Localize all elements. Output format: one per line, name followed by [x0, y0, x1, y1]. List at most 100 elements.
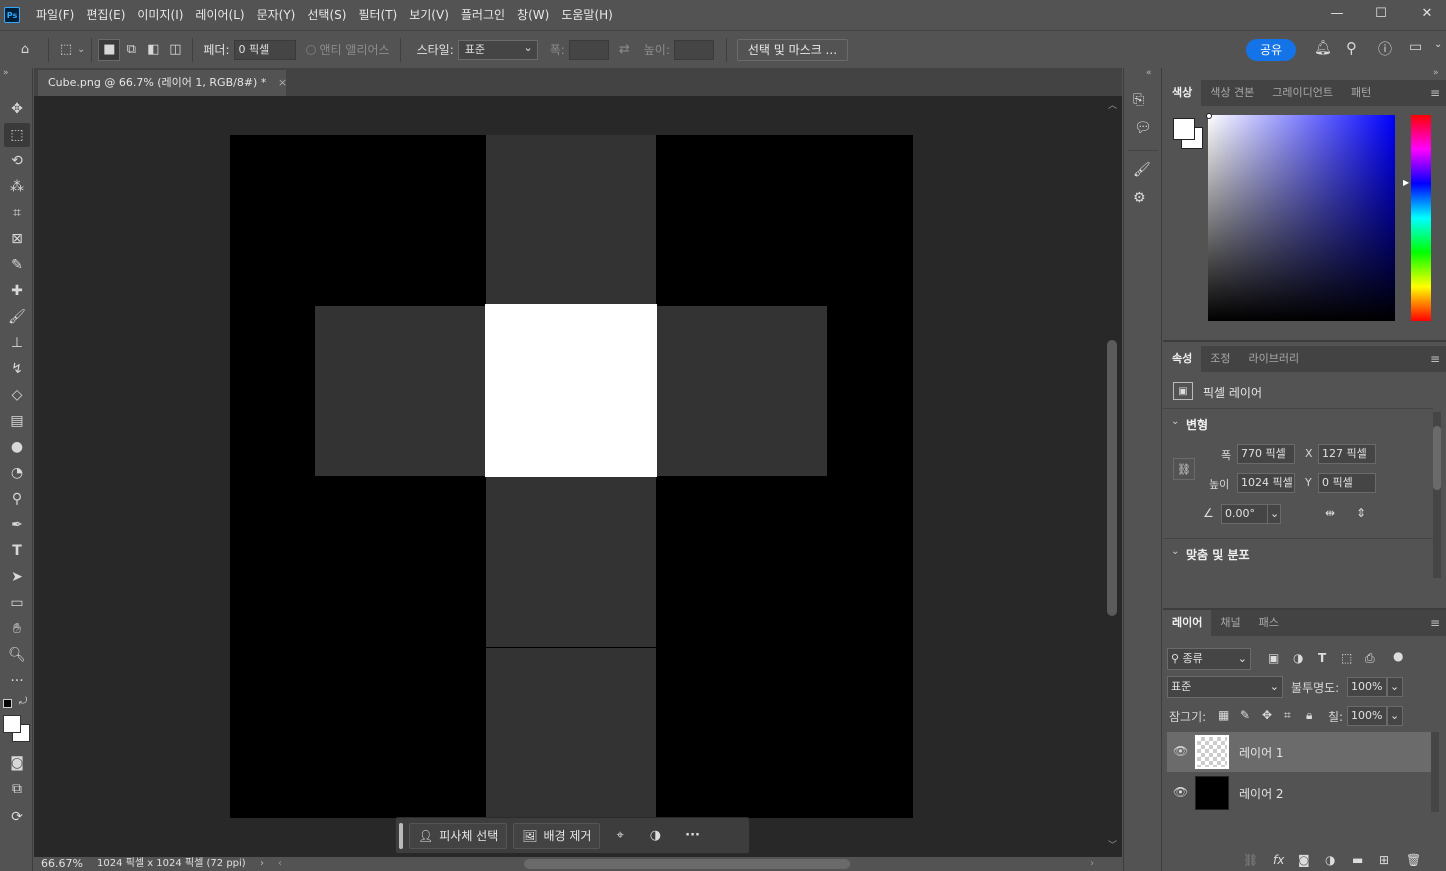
add-selection-icon[interactable]: ⧉	[120, 39, 142, 61]
add-mask-icon[interactable]: ◙	[1298, 853, 1310, 867]
tab-adjustments[interactable]: 조정	[1201, 346, 1239, 372]
filter-type-icon[interactable]: T	[1318, 651, 1326, 665]
expand-icon[interactable]: «	[1146, 68, 1152, 78]
color-picker-cursor[interactable]	[1206, 113, 1212, 119]
minimize-button[interactable]: —	[1314, 0, 1360, 26]
share-button[interactable]: 공유	[1246, 39, 1297, 61]
lock-image-icon[interactable]: ✎	[1240, 708, 1250, 722]
path-select-icon[interactable]: ➤	[4, 565, 30, 589]
brush-tool-icon[interactable]: 🖌︎	[4, 305, 30, 329]
workspace-icon[interactable]: ▭	[1409, 39, 1422, 55]
screen-mode-icon[interactable]: ⧉	[4, 777, 30, 801]
frame-tool-icon[interactable]: ⊠	[4, 227, 30, 251]
move-tool-icon[interactable]: ✥	[4, 97, 30, 121]
healing-brush-icon[interactable]: ✚	[4, 279, 30, 303]
intersect-selection-icon[interactable]: ◫	[164, 39, 186, 61]
tab-properties[interactable]: 속성	[1163, 346, 1202, 372]
angle-input[interactable]: 0.00°	[1221, 504, 1269, 524]
menu-view[interactable]: 보기(V)	[403, 0, 455, 30]
hue-slider[interactable]	[1411, 115, 1431, 321]
menu-help[interactable]: 도움말(H)	[555, 0, 619, 30]
eraser-icon[interactable]: ◇	[4, 383, 30, 407]
filter-toggle-icon[interactable]: ●	[1393, 649, 1403, 663]
height-input[interactable]	[673, 39, 714, 60]
chevron-down-icon[interactable]: ⌄	[1171, 546, 1179, 557]
link-icon[interactable]: ⛓︎	[1173, 458, 1195, 480]
height-input[interactable]: 1024 픽셀	[1237, 473, 1295, 493]
x-input[interactable]: 127 픽셀	[1318, 444, 1376, 464]
menu-filter[interactable]: 필터(T)	[352, 0, 403, 30]
history-brush-icon[interactable]: ↯	[4, 357, 30, 381]
generative-icon[interactable]: ⟳	[4, 805, 30, 829]
opacity-input[interactable]: 100%	[1347, 677, 1387, 697]
link-layers-icon[interactable]: ⛓︎	[1243, 853, 1258, 867]
new-group-icon[interactable]: ▬	[1352, 853, 1363, 867]
select-subject-button[interactable]: 👤︎ 피사체 선택	[409, 822, 508, 849]
subtract-selection-icon[interactable]: ◧	[142, 39, 164, 61]
layer-row[interactable]: 👁︎ 레이어 1	[1167, 732, 1431, 772]
magic-wand-icon[interactable]: ⁂	[4, 175, 30, 199]
transform-section-title[interactable]: 변형	[1186, 416, 1208, 433]
tab-libraries[interactable]: 라이브러리	[1240, 346, 1309, 372]
collapse-panels-icon[interactable]: »	[1433, 68, 1439, 78]
align-section-title[interactable]: 맞춤 및 분포	[1186, 546, 1250, 563]
menu-layer[interactable]: 레이어(L)	[189, 0, 250, 30]
tab-channels[interactable]: 채널	[1211, 610, 1249, 636]
quick-mask-icon[interactable]: ◙	[4, 751, 30, 775]
menu-image[interactable]: 이미지(I)	[131, 0, 189, 30]
tab-paths[interactable]: 패스	[1250, 610, 1288, 636]
saturation-brightness-field[interactable]	[1208, 115, 1395, 321]
bell-icon[interactable]: 🔔︎	[1314, 40, 1332, 56]
menu-type[interactable]: 문자(Y)	[251, 0, 302, 30]
menu-edit[interactable]: 편집(E)	[80, 0, 131, 30]
document-tab[interactable]: Cube.png @ 66.7% (레이어 1, RGB/8#) * ×	[38, 70, 287, 96]
panel-menu-icon[interactable]: ≡	[1430, 352, 1440, 366]
filter-adjustment-icon[interactable]: ◑	[1293, 651, 1303, 665]
scroll-right-icon[interactable]: ›	[1090, 857, 1094, 871]
width-input[interactable]: 770 픽셀	[1237, 444, 1295, 464]
adjustments-icon[interactable]: ⚙	[1133, 190, 1146, 206]
menu-plugins[interactable]: 플러그인	[455, 0, 511, 30]
layer-name[interactable]: 레이어 1	[1239, 744, 1284, 761]
filter-shape-icon[interactable]: ⬚	[1341, 651, 1352, 665]
marquee-tool-icon[interactable]: ⬚	[4, 123, 30, 147]
pen-tool-icon[interactable]: ✒	[4, 513, 30, 537]
adjust-icon[interactable]: ◑	[650, 828, 661, 843]
close-button[interactable]: ✕	[1404, 0, 1446, 26]
chevron-right-icon[interactable]: ›	[260, 857, 264, 871]
scroll-down-icon[interactable]: ﹀	[1108, 838, 1117, 851]
canvas[interactable]	[230, 135, 913, 818]
angle-dropdown[interactable]: ⌄	[1267, 504, 1281, 524]
chevron-down-icon[interactable]: ⌄	[77, 44, 85, 55]
layers-scrollbar[interactable]	[1431, 732, 1439, 812]
lock-position-icon[interactable]: ✥	[1262, 708, 1272, 722]
tab-patterns[interactable]: 패턴	[1342, 80, 1380, 106]
tab-swatches[interactable]: 색상 견본	[1201, 80, 1263, 106]
feather-input[interactable]: 0 픽셀	[233, 39, 296, 60]
close-tab-icon[interactable]: ×	[278, 76, 287, 89]
foreground-color-swatch[interactable]	[1173, 118, 1195, 140]
lasso-tool-icon[interactable]: ⟲	[4, 149, 30, 173]
transform-icon[interactable]: ⌖	[616, 828, 623, 843]
chevron-down-icon[interactable]: ⌄	[1434, 39, 1442, 50]
comments-panel-icon[interactable]: 💬︎	[1134, 120, 1152, 136]
swap-icon[interactable]: ⇄	[619, 42, 630, 57]
swap-colors-icon[interactable]: ⤾	[19, 696, 27, 707]
lock-transparency-icon[interactable]: ▦	[1218, 708, 1229, 722]
stamp-tool-icon[interactable]: ⊥	[4, 331, 30, 355]
y-input[interactable]: 0 픽셀	[1318, 473, 1376, 493]
select-and-mask-button[interactable]: 선택 및 마스크 ...	[736, 38, 849, 61]
fx-icon[interactable]: fx	[1273, 853, 1284, 867]
crop-tool-icon[interactable]: ⌗	[4, 201, 30, 225]
new-adjustment-icon[interactable]: ◑	[1325, 853, 1335, 867]
more-tools-icon[interactable]: ···	[4, 669, 30, 693]
canvas-area[interactable]	[34, 96, 1104, 857]
tab-color[interactable]: 색상	[1163, 80, 1202, 106]
fill-dropdown[interactable]: ⌄	[1387, 706, 1403, 726]
blend-mode-select[interactable]: 표준 ⌄	[1167, 676, 1283, 698]
new-selection-icon[interactable]: ■	[98, 38, 121, 61]
layer-filter-select[interactable]: ⚲ 종류 ⌄	[1167, 648, 1251, 670]
zoom-tool-icon[interactable]: 🔍︎	[4, 643, 30, 667]
default-colors-icon[interactable]	[3, 699, 12, 708]
width-input[interactable]	[568, 39, 609, 60]
